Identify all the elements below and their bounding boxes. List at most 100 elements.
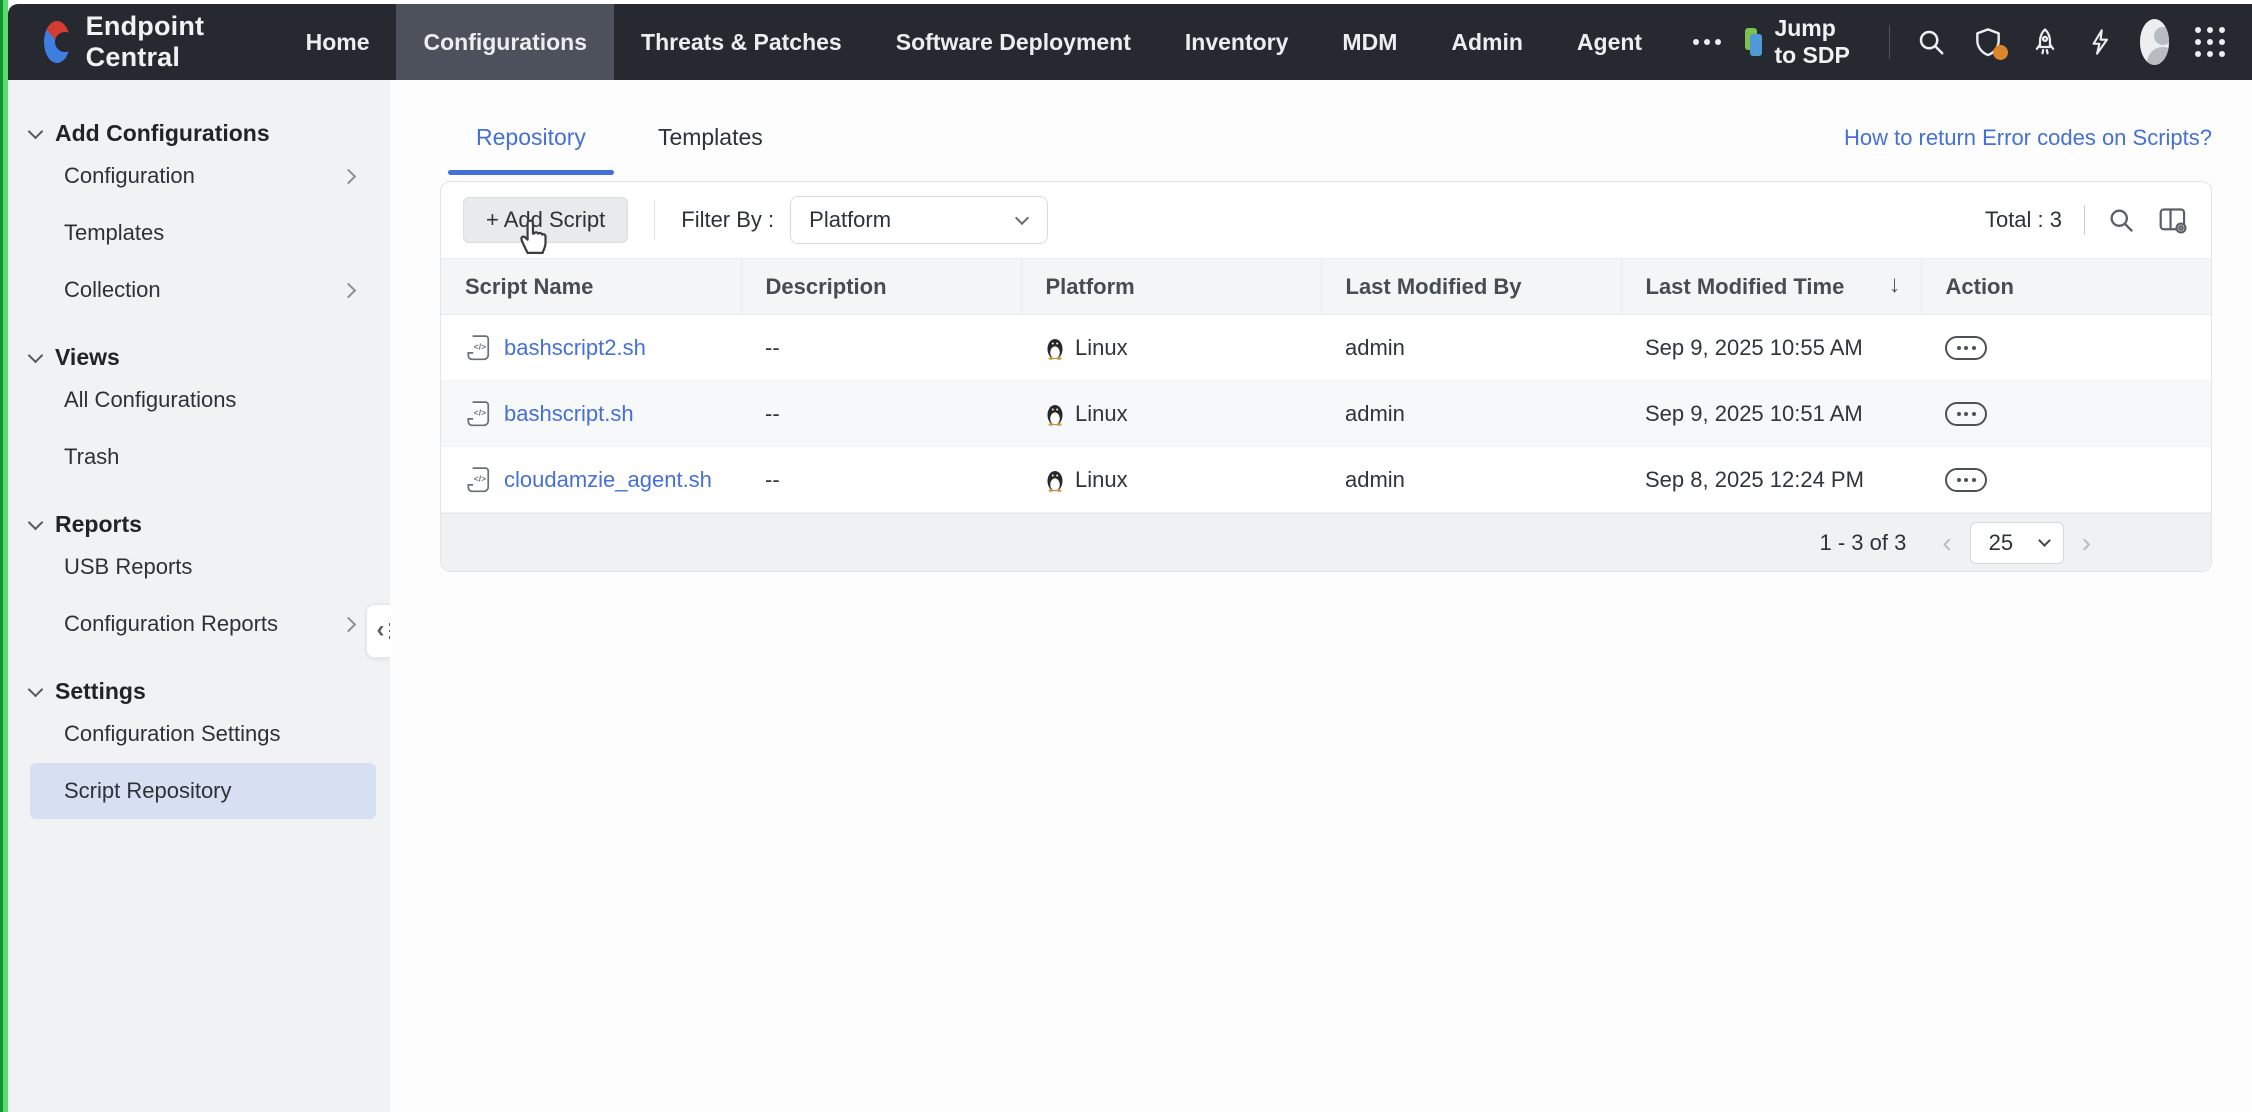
section-title: Views: [55, 344, 120, 371]
lightning-icon[interactable]: [2086, 27, 2114, 57]
sidebar-item-configuration-reports[interactable]: Configuration Reports: [30, 596, 376, 652]
linux-penguin-icon: [1045, 468, 1065, 492]
main-content: Repository Templates How to return Error…: [390, 80, 2252, 1112]
jump-to-sdp-label: Jump to SDP: [1774, 15, 1863, 69]
tab-templates[interactable]: Templates: [622, 124, 799, 175]
row-actions-ellipsis-icon[interactable]: [1945, 336, 1987, 360]
sidebar-item-all-configurations[interactable]: All Configurations: [30, 372, 376, 428]
endpoint-central-logo-icon: [44, 21, 70, 63]
nav-more-ellipsis-icon[interactable]: [1669, 4, 1745, 80]
table-row[interactable]: </> cloudamzie_agent.sh -- Lin: [441, 447, 2211, 513]
tabs-row: Repository Templates How to return Error…: [440, 124, 2212, 175]
sidebar-section-views[interactable]: Views: [30, 344, 390, 371]
sidebar-item-templates[interactable]: Templates: [30, 205, 376, 261]
platform-filter-select[interactable]: Platform: [790, 196, 1048, 244]
column-header-last-modified-time[interactable]: Last Modified Time ↓: [1621, 259, 1921, 315]
table-row[interactable]: </> bashscript.sh -- Linux: [441, 381, 2211, 447]
table-row[interactable]: </> bashscript2.sh -- Linux: [441, 315, 2211, 381]
chevron-right-icon: [341, 616, 357, 632]
column-header-label: Last Modified Time: [1646, 274, 1845, 299]
script-name-link[interactable]: cloudamzie_agent.sh: [504, 467, 712, 493]
script-file-icon: </>: [465, 334, 491, 362]
script-name-link[interactable]: bashscript2.sh: [504, 335, 646, 361]
column-header-platform[interactable]: Platform: [1021, 259, 1321, 315]
add-script-button[interactable]: + Add Script: [463, 197, 628, 243]
nav-item-admin[interactable]: Admin: [1424, 4, 1550, 80]
scripts-table: Script Name Description Platform Last Mo…: [441, 258, 2211, 513]
sidebar: Add Configurations Configuration Templat…: [8, 80, 390, 1112]
sidebar-section-add-configurations[interactable]: Add Configurations: [30, 120, 390, 147]
platform-label: Linux: [1075, 467, 1128, 493]
nav-item-configurations[interactable]: Configurations: [396, 4, 614, 80]
modified-by-cell: admin: [1321, 381, 1621, 447]
filter-by-label: Filter By :: [681, 207, 774, 233]
brand[interactable]: Endpoint Central: [44, 11, 221, 73]
page-size-select[interactable]: 25: [1970, 522, 2064, 564]
script-repository-card: + Add Script Filter By : Platform Total …: [440, 181, 2212, 572]
toolbar-right-divider: [2084, 205, 2085, 235]
sidebar-item-label: Configuration: [64, 163, 195, 189]
nav-item-home[interactable]: Home: [279, 4, 397, 80]
sidebar-section-reports[interactable]: Reports: [30, 511, 390, 538]
sidebar-item-usb-reports[interactable]: USB Reports: [30, 539, 376, 595]
previous-page-icon[interactable]: ‹: [1942, 529, 1951, 557]
chevron-right-icon: [341, 282, 357, 298]
next-page-icon[interactable]: ›: [2082, 529, 2091, 557]
column-settings-icon[interactable]: [2157, 205, 2189, 235]
svg-text:</>: </>: [474, 407, 486, 417]
table-search-icon[interactable]: [2107, 206, 2135, 234]
security-shield-icon[interactable]: [1972, 26, 2004, 58]
sidebar-item-label: Configuration Reports: [64, 611, 278, 637]
nav-right-cluster: Jump to SDP: [1745, 15, 2225, 69]
sidebar-item-configuration[interactable]: Configuration: [30, 148, 376, 204]
column-header-script-name[interactable]: Script Name: [441, 259, 741, 315]
modified-by-cell: admin: [1321, 315, 1621, 381]
sidebar-item-configuration-settings[interactable]: Configuration Settings: [30, 706, 376, 762]
sort-descending-icon[interactable]: ↓: [1889, 271, 1901, 299]
window-accent-strip: [0, 0, 8, 1112]
nav-item-software-deployment[interactable]: Software Deployment: [869, 4, 1158, 80]
sidebar-item-collection[interactable]: Collection: [30, 262, 376, 318]
sidebar-item-label: Templates: [64, 220, 164, 246]
row-actions-ellipsis-icon[interactable]: [1945, 468, 1987, 492]
sidebar-item-label: Collection: [64, 277, 161, 303]
sidebar-item-trash[interactable]: Trash: [30, 429, 376, 485]
jump-to-sdp-button[interactable]: Jump to SDP: [1745, 15, 1863, 69]
platform-label: Linux: [1075, 401, 1128, 427]
nav-item-agent[interactable]: Agent: [1550, 4, 1669, 80]
top-navigation-bar: Endpoint Central Home Configurations Thr…: [8, 4, 2252, 80]
apps-grid-icon[interactable]: [2195, 27, 2225, 57]
description-cell: --: [741, 381, 1021, 447]
script-name-link[interactable]: bashscript.sh: [504, 401, 634, 427]
sidebar-item-label: Trash: [64, 444, 119, 470]
modified-by-cell: admin: [1321, 447, 1621, 513]
toolbar-right: Total : 3: [1985, 205, 2189, 235]
description-cell: --: [741, 447, 1021, 513]
svg-text:</>: </>: [474, 473, 486, 483]
column-header-last-modified-by[interactable]: Last Modified By: [1321, 259, 1621, 315]
script-file-icon: </>: [465, 400, 491, 428]
nav-item-mdm[interactable]: MDM: [1315, 4, 1424, 80]
chevron-right-icon: [341, 168, 357, 184]
sidebar-section-settings[interactable]: Settings: [30, 678, 390, 705]
primary-nav: Home Configurations Threats & Patches So…: [279, 4, 1746, 80]
row-actions-ellipsis-icon[interactable]: [1945, 402, 1987, 426]
search-icon[interactable]: [1916, 27, 1946, 57]
script-file-icon: </>: [465, 466, 491, 494]
nav-item-threats-patches[interactable]: Threats & Patches: [614, 4, 869, 80]
section-title: Add Configurations: [55, 120, 270, 147]
tab-repository[interactable]: Repository: [440, 124, 622, 175]
error-codes-help-link[interactable]: How to return Error codes on Scripts?: [1844, 125, 2212, 175]
rocket-icon[interactable]: [2030, 27, 2060, 57]
column-header-description[interactable]: Description: [741, 259, 1021, 315]
user-avatar[interactable]: [2140, 19, 2170, 65]
sdp-logo-icon: [1745, 28, 1762, 56]
total-count-label: Total : 3: [1985, 207, 2062, 233]
sidebar-item-label: USB Reports: [64, 554, 192, 580]
modified-time-cell: Sep 9, 2025 10:55 AM: [1621, 315, 1921, 381]
pagination-bar: 1 - 3 of 3 ‹ 25 ›: [441, 513, 2211, 571]
nav-item-inventory[interactable]: Inventory: [1158, 4, 1316, 80]
sidebar-item-script-repository[interactable]: Script Repository: [30, 763, 376, 819]
platform-label: Linux: [1075, 335, 1128, 361]
chevron-down-icon: [2038, 534, 2051, 547]
